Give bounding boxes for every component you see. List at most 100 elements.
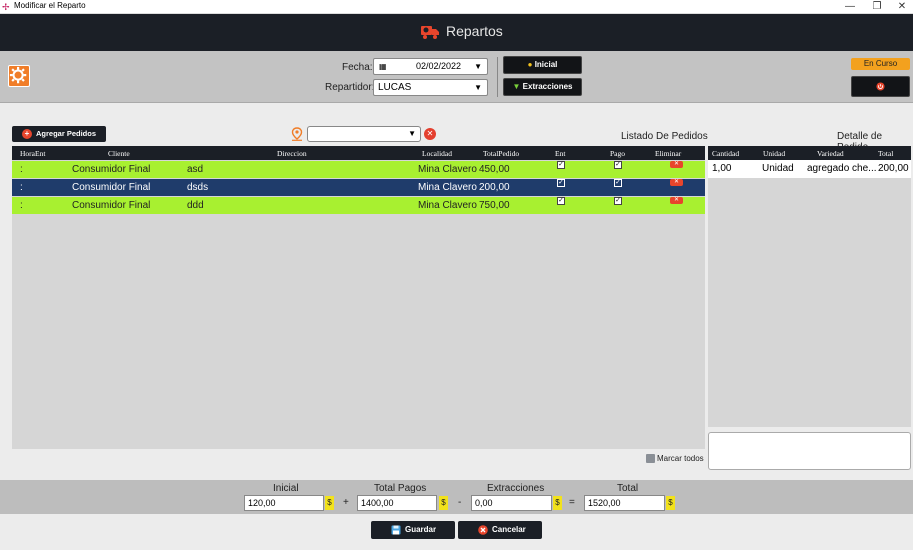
cell-total: 200,00 — [878, 163, 909, 174]
col-header[interactable]: Eliminar — [655, 149, 681, 158]
ent-checkbox[interactable]: ✓ — [557, 197, 565, 205]
col-header[interactable]: Variedad — [817, 149, 844, 158]
page-title: Repartos — [446, 23, 503, 39]
delete-row-icon[interactable]: ✕ — [670, 179, 683, 186]
orders-section-title: Listado De Pedidos — [621, 131, 708, 142]
minimize-button[interactable]: — — [836, 0, 864, 13]
app-header: Repartos — [0, 14, 913, 51]
cell-cliente: Consumidor Final — [72, 182, 151, 193]
inicial-button-label: Inicial — [534, 60, 558, 69]
inicial-input[interactable]: 120,00 — [244, 495, 324, 511]
table-row[interactable]: : Consumidor Final dsds Mina Clavero 200… — [12, 179, 705, 196]
cell-cliente: Consumidor Final — [72, 164, 151, 175]
col-header[interactable]: TotalPedido — [483, 149, 519, 158]
delete-row-icon[interactable]: ✕ — [670, 161, 683, 168]
ent-checkbox[interactable]: ✓ — [557, 161, 565, 169]
grand-total-label: Total — [617, 483, 639, 494]
cell-direccion: asd — [187, 164, 204, 175]
cancel-icon — [478, 525, 488, 535]
add-orders-label: Agregar Pedidos — [36, 129, 97, 138]
cell-localidad: Mina Clavero — [418, 200, 477, 211]
col-header[interactable]: Localidad — [422, 149, 452, 158]
col-header[interactable]: Ent — [555, 149, 565, 158]
cancelar-label: Cancelar — [492, 525, 526, 534]
col-header[interactable]: Cantidad — [712, 149, 739, 158]
detail-row[interactable]: 1,00 Unidad agregado che... 200,00 — [708, 160, 911, 178]
grand-total-input[interactable]: 1520,00 — [584, 495, 665, 511]
cell-hora: : — [20, 164, 23, 175]
cancelar-button[interactable]: Cancelar — [458, 521, 542, 539]
power-button[interactable] — [851, 76, 910, 97]
col-header[interactable]: Total — [878, 149, 893, 158]
detail-table: Cantidad Unidad Variedad Total 1,00 Unid… — [708, 146, 911, 427]
status-badge: En Curso — [851, 58, 910, 70]
app-icon: ✢ — [2, 2, 10, 12]
col-header[interactable]: Unidad — [763, 149, 785, 158]
dollar-icon: $ — [553, 496, 562, 510]
ent-checkbox[interactable]: ✓ — [557, 179, 565, 187]
location-pin-icon — [291, 127, 303, 141]
cell-hora: : — [20, 200, 23, 211]
repartidor-select[interactable]: LUCAS ▼ — [373, 79, 488, 96]
dollar-icon: $ — [325, 496, 334, 510]
close-window-button[interactable]: ✕ — [888, 0, 913, 13]
fecha-value: 02/02/2022 — [416, 61, 462, 71]
calendar-icon: ▦ — [379, 62, 387, 71]
cell-total: 450,00 — [479, 164, 510, 175]
detail-table-header: Cantidad Unidad Variedad Total — [708, 146, 911, 160]
window-title: Modificar el Reparto — [14, 1, 86, 10]
add-orders-button[interactable]: + Agregar Pedidos — [12, 126, 106, 142]
power-icon — [876, 82, 885, 91]
checkbox-box[interactable] — [646, 454, 655, 463]
chevron-down-icon: ▼ — [408, 129, 416, 138]
guardar-button[interactable]: Guardar — [371, 521, 455, 539]
dollar-icon: $ — [666, 496, 675, 510]
marcar-todos-label: Marcar todos — [657, 454, 704, 463]
cell-unidad: Unidad — [762, 163, 794, 174]
plus-operator: + — [343, 497, 349, 508]
table-row[interactable]: : Consumidor Final asd Mina Clavero 450,… — [12, 161, 705, 178]
pago-checkbox[interactable]: ✓ — [614, 161, 622, 169]
delete-row-icon[interactable]: ✕ — [670, 197, 683, 204]
settings-button[interactable] — [8, 65, 30, 87]
col-header[interactable]: Pago — [610, 149, 625, 158]
extracciones-input[interactable]: 0,00 — [471, 495, 552, 511]
col-header[interactable]: Direccion — [277, 149, 307, 158]
window-titlebar: ✢ Modificar el Reparto — ❐ ✕ — [0, 0, 913, 14]
pago-checkbox[interactable]: ✓ — [614, 197, 622, 205]
total-pagos-label: Total Pagos — [374, 483, 427, 494]
extracciones-button[interactable]: ▼ Extracciones — [503, 78, 582, 96]
repartidor-value: LUCAS — [378, 82, 412, 93]
col-header[interactable]: HoraEnt — [20, 149, 45, 158]
totals-bar: Inicial 120,00 $ + Total Pagos 1400,00 $… — [0, 480, 913, 514]
restore-button[interactable]: ❐ — [863, 0, 891, 13]
cell-localidad: Mina Clavero — [418, 164, 477, 175]
cell-variedad: agregado che... — [807, 163, 877, 174]
delivery-truck-icon — [421, 26, 439, 39]
cell-cantidad: 1,00 — [712, 163, 732, 174]
total-pagos-input[interactable]: 1400,00 — [357, 495, 437, 511]
table-row[interactable]: : Consumidor Final ddd Mina Clavero 750,… — [12, 197, 705, 214]
fecha-label: Fecha: — [342, 62, 373, 73]
chevron-down-icon: ▼ — [474, 62, 482, 71]
fecha-date-picker[interactable]: ▦ 02/02/2022 ▼ — [373, 58, 488, 75]
pago-checkbox[interactable]: ✓ — [614, 179, 622, 187]
cell-total: 750,00 — [479, 200, 510, 211]
col-header[interactable]: Cliente — [108, 149, 130, 158]
location-filter-select[interactable]: ▼ — [307, 126, 421, 142]
filter-panel: Fecha: ▦ 02/02/2022 ▼ Repartidor: LUCAS … — [0, 51, 913, 103]
cell-localidad: Mina Clavero — [418, 182, 477, 193]
cell-total: 200,00 — [479, 182, 510, 193]
money-bag-icon: ● — [527, 60, 533, 69]
inicial-button[interactable]: ● Inicial — [503, 56, 582, 74]
save-icon — [391, 525, 401, 535]
gear-icon — [9, 66, 27, 84]
extracciones-button-label: Extracciones — [522, 82, 573, 91]
notes-textarea[interactable] — [708, 432, 911, 470]
cell-cliente: Consumidor Final — [72, 200, 151, 211]
clear-filter-icon[interactable]: ✕ — [424, 128, 436, 140]
withdraw-icon: ▼ — [512, 82, 521, 91]
minus-operator: - — [458, 497, 462, 508]
orders-table-header: HoraEnt Cliente Direccion Localidad Tota… — [12, 146, 705, 160]
extracciones-total-label: Extracciones — [487, 483, 545, 494]
